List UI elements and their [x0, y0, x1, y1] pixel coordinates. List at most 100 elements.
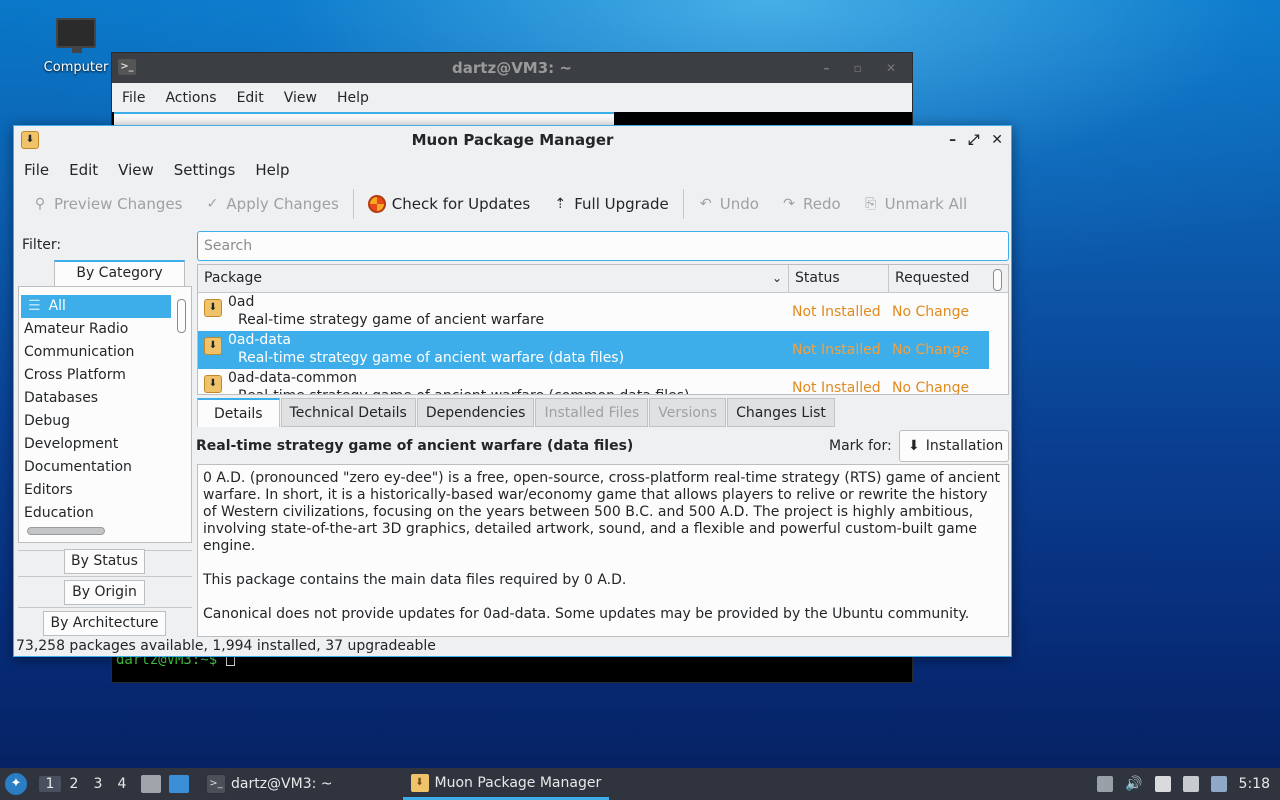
- tab-dependencies[interactable]: Dependencies: [416, 398, 535, 427]
- terminal-menu-file[interactable]: File: [122, 90, 145, 106]
- check-for-updates-button[interactable]: Check for Updates: [367, 195, 531, 213]
- tab-changes-list[interactable]: Changes List: [727, 398, 835, 427]
- category-item-editors[interactable]: Editors: [21, 479, 171, 502]
- close-icon[interactable]: ✕: [991, 126, 1003, 155]
- package-requested: No Change: [892, 380, 970, 395]
- file-manager-icon[interactable]: [141, 775, 161, 793]
- notes-icon[interactable]: [1154, 776, 1171, 792]
- list-icon: ☰: [28, 298, 41, 314]
- checkmark-icon: ✓: [206, 196, 219, 212]
- task-terminal[interactable]: >_ dartz@VM3: ~: [199, 768, 341, 800]
- category-item-debug[interactable]: Debug: [21, 410, 171, 433]
- divider: [18, 607, 192, 608]
- check-for-updates-label: Check for Updates: [391, 195, 531, 213]
- redo-button[interactable]: ↷ Redo: [781, 195, 841, 213]
- tab-versions[interactable]: Versions: [649, 398, 727, 427]
- category-item-development[interactable]: Development: [21, 433, 171, 456]
- workspace-2[interactable]: 2: [63, 776, 85, 792]
- category-item-databases[interactable]: Databases: [21, 387, 171, 410]
- tab-details[interactable]: Details: [197, 398, 280, 427]
- menu-file[interactable]: File: [24, 161, 49, 179]
- category-item-documentation[interactable]: Documentation: [21, 456, 171, 479]
- full-upgrade-label: Full Upgrade: [574, 195, 669, 213]
- task-label: dartz@VM3: ~: [231, 776, 333, 792]
- terminal-titlebar[interactable]: >_ dartz@VM3: ~ – ▫ ✕: [112, 53, 912, 83]
- by-architecture-tab[interactable]: By Architecture: [43, 611, 166, 636]
- unmark-all-label: Unmark All: [884, 195, 968, 213]
- category-item-all[interactable]: ☰ All: [21, 295, 171, 318]
- terminal-menu-edit[interactable]: Edit: [237, 90, 264, 106]
- column-header-package[interactable]: Package ⌄: [198, 265, 789, 292]
- toolbar: ⚲ Preview Changes ✓ Apply Changes Check …: [14, 185, 1011, 223]
- by-status-tab[interactable]: By Status: [64, 549, 145, 574]
- column-label: Package: [204, 270, 263, 286]
- installation-button[interactable]: ⬇ Installation: [899, 430, 1009, 462]
- category-item-education[interactable]: Education: [21, 502, 171, 525]
- preview-changes-button[interactable]: ⚲ Preview Changes: [32, 195, 183, 213]
- search-input[interactable]: Search: [197, 231, 1009, 261]
- column-header-requested[interactable]: Requested: [889, 265, 989, 292]
- package-description: Real-time strategy game of ancient warfa…: [238, 312, 545, 328]
- muon-titlebar[interactable]: ⬇ Muon Package Manager – ⤢ ✕: [14, 126, 1011, 155]
- undo-button[interactable]: ↶ Undo: [698, 195, 759, 213]
- minimize-icon[interactable]: –: [949, 126, 956, 155]
- package-description: Real-time strategy game of ancient warfa…: [228, 387, 789, 394]
- column-header-status[interactable]: Status: [789, 265, 889, 292]
- table-row[interactable]: ⬇ 0ad-data-common Real-time strategy gam…: [198, 369, 989, 395]
- apply-changes-button[interactable]: ✓ Apply Changes: [204, 195, 339, 213]
- terminal-menu-help[interactable]: Help: [337, 90, 369, 106]
- by-category-tab[interactable]: By Category: [54, 260, 185, 287]
- menu-settings[interactable]: Settings: [174, 161, 236, 179]
- task-label: Muon Package Manager: [434, 774, 602, 791]
- battery-icon[interactable]: [1210, 776, 1227, 792]
- menu-help[interactable]: Help: [255, 161, 289, 179]
- status-bar: 73,258 packages available, 1,994 install…: [16, 638, 436, 654]
- unmark-all-button[interactable]: ⎘ Unmark All: [863, 195, 968, 213]
- category-item-amateur-radio[interactable]: Amateur Radio: [21, 318, 171, 341]
- system-tray: 🔊 5:18: [1097, 768, 1270, 800]
- menu-edit[interactable]: Edit: [69, 161, 98, 179]
- clipboard-icon[interactable]: [1097, 776, 1114, 792]
- search-icon: ⚲: [34, 196, 46, 212]
- toolbar-separator: [682, 189, 684, 219]
- tab-installed-files[interactable]: Installed Files: [535, 398, 649, 427]
- package-table-scrollbar[interactable]: [993, 269, 1002, 291]
- chevron-down-icon: ⌄: [771, 271, 782, 285]
- undo-icon: ↶: [699, 196, 712, 212]
- terminal-window-buttons[interactable]: – ▫ ✕: [823, 53, 906, 83]
- apply-changes-label: Apply Changes: [226, 195, 339, 213]
- menu-view[interactable]: View: [118, 161, 154, 179]
- table-row-selected[interactable]: ⬇ 0ad-data Real-time strategy game of an…: [198, 331, 989, 369]
- filter-label: Filter:: [22, 237, 62, 253]
- desktop-computer-icon[interactable]: Computer: [40, 18, 112, 75]
- category-item-cross-platform[interactable]: Cross Platform: [21, 364, 171, 387]
- category-horizontal-scrollbar[interactable]: [27, 527, 105, 535]
- category-item-communication[interactable]: Communication: [21, 341, 171, 364]
- package-status: Not Installed: [792, 304, 881, 320]
- clock[interactable]: 5:18: [1239, 776, 1270, 792]
- maximize-icon[interactable]: ⤢: [968, 126, 979, 155]
- workspace-4[interactable]: 4: [111, 776, 133, 792]
- volume-icon[interactable]: 🔊: [1125, 776, 1142, 792]
- terminal-icon: >_: [118, 59, 136, 75]
- refresh-icon: [367, 195, 386, 213]
- package-name: 0ad-data-common: [228, 370, 357, 386]
- workspace-3[interactable]: 3: [87, 776, 109, 792]
- task-muon[interactable]: ⬇ Muon Package Manager: [402, 768, 610, 800]
- workspace-1[interactable]: 1: [39, 776, 61, 792]
- start-menu-icon[interactable]: ✦: [5, 773, 27, 795]
- terminal-menu-view[interactable]: View: [284, 90, 317, 106]
- by-origin-tab[interactable]: By Origin: [64, 580, 145, 605]
- package-icon: ⬇: [204, 299, 222, 317]
- show-desktop-icon[interactable]: [169, 775, 189, 793]
- network-icon[interactable]: [1182, 776, 1199, 792]
- tab-technical-details[interactable]: Technical Details: [280, 398, 416, 427]
- package-table: Package ⌄ Status Requested ⬇ 0ad Real-tim…: [197, 264, 1009, 395]
- package-status: Not Installed: [792, 380, 881, 395]
- taskbar: ✦ 1 2 3 4 >_ dartz@VM3: ~ ⬇ Muon Package…: [0, 768, 1280, 800]
- category-vertical-scrollbar[interactable]: [177, 299, 186, 333]
- terminal-menu-actions[interactable]: Actions: [165, 90, 216, 106]
- full-upgrade-button[interactable]: ⇡ Full Upgrade: [552, 195, 669, 213]
- muon-window[interactable]: ⬇ Muon Package Manager – ⤢ ✕ File Edit V…: [13, 125, 1012, 657]
- table-row[interactable]: ⬇ 0ad Real-time strategy game of ancient…: [198, 293, 989, 331]
